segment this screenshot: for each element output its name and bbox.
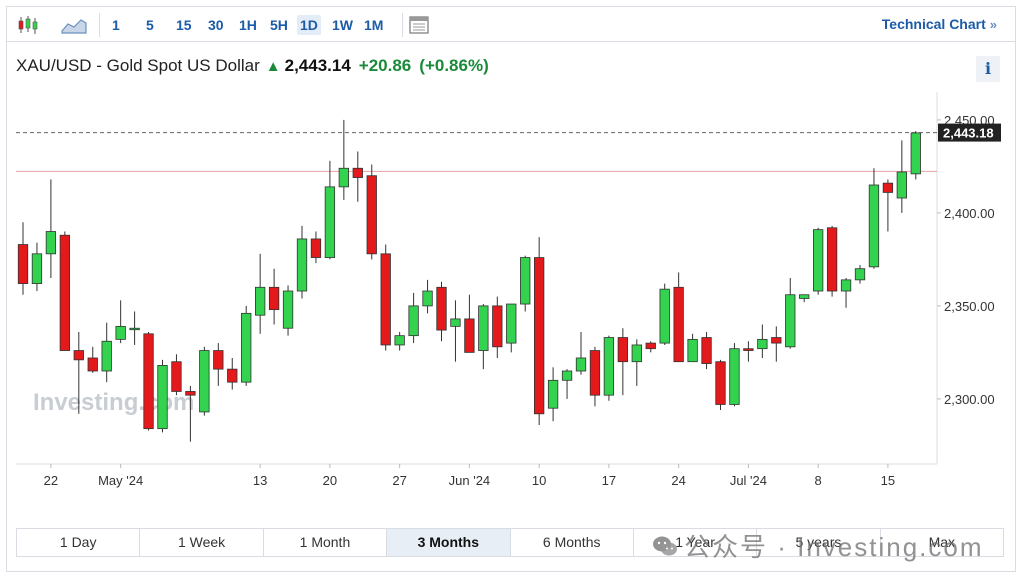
candle-body	[436, 286, 447, 331]
candle-body	[408, 305, 419, 337]
period-3-months-button[interactable]: 3 Months	[387, 529, 511, 556]
candle-body	[701, 337, 712, 364]
candle-body	[729, 348, 740, 405]
candle-body	[771, 337, 782, 344]
candle-body	[603, 337, 615, 396]
x-tick-label: May '24	[98, 473, 143, 488]
x-tick-label: 8	[815, 473, 822, 488]
candle-body	[715, 361, 726, 405]
period-max-button[interactable]: Max	[881, 529, 1003, 556]
candle-body	[882, 182, 894, 193]
x-tick-label: 17	[602, 473, 616, 488]
x-tick-label: 15	[881, 473, 895, 488]
candle-body	[87, 357, 98, 372]
period-1-year-button[interactable]: 1 Year	[634, 529, 758, 556]
candle-body	[589, 350, 601, 396]
candle-body	[282, 290, 294, 329]
candle-body	[868, 184, 880, 268]
current-price-label: 2,443.18	[943, 126, 994, 141]
candle-body	[659, 288, 670, 344]
candle-body	[31, 253, 43, 284]
candle-body	[394, 335, 405, 346]
candle-body	[547, 379, 559, 409]
x-tick-label: Jul '24	[730, 473, 767, 488]
candle-body	[617, 337, 628, 363]
candle-body	[492, 305, 503, 348]
candle-body	[227, 368, 238, 383]
candle-body	[157, 365, 168, 430]
candle-body	[785, 294, 796, 348]
candle-body	[575, 357, 587, 372]
candle-body	[631, 344, 642, 363]
candle-body	[352, 167, 363, 178]
candle-body	[464, 318, 475, 353]
x-tick-label: 27	[392, 473, 406, 488]
y-tick-label: 2,400.00	[944, 206, 995, 221]
candle-body	[506, 303, 517, 344]
x-tick-label: 20	[323, 473, 337, 488]
candle-body	[310, 238, 322, 258]
candle-body	[450, 318, 461, 327]
candle-body	[268, 286, 280, 311]
candle-body	[324, 186, 336, 258]
candle-body	[910, 132, 921, 175]
candle-body	[478, 305, 489, 351]
candle-body	[673, 286, 684, 363]
candle-body	[199, 350, 210, 413]
investing-logo: Investing.com	[33, 389, 194, 416]
candle-body	[366, 175, 377, 255]
candle-body	[687, 338, 698, 363]
candle-body	[645, 342, 656, 350]
candle-body	[254, 286, 266, 316]
period-6-months-button[interactable]: 6 Months	[511, 529, 634, 556]
x-tick-label: Jun '24	[449, 473, 491, 488]
period-selector: 1 Day 1 Week 1 Month 3 Months 6 Months 1…	[16, 528, 1004, 557]
candle-body	[813, 229, 824, 292]
candle-body	[799, 294, 810, 299]
candle-body	[45, 231, 57, 255]
candle-body	[143, 333, 154, 430]
candle-body	[171, 361, 182, 392]
y-tick-label: 2,350.00	[944, 299, 995, 314]
candle-body	[896, 171, 907, 199]
candle-body	[534, 257, 545, 415]
candle-body	[520, 257, 531, 305]
candle-body	[129, 327, 140, 331]
x-tick-label: 24	[671, 473, 685, 488]
x-tick-label: 10	[532, 473, 546, 488]
candle-body	[101, 340, 112, 372]
candle-body	[338, 167, 350, 188]
candle-body	[73, 350, 84, 361]
candle-body	[840, 279, 852, 292]
candle-body	[757, 338, 768, 350]
candle-body	[743, 348, 754, 351]
candle-body	[422, 290, 433, 307]
period-5-years-button[interactable]: 5 years	[757, 529, 881, 556]
y-tick-label: 2,300.00	[944, 392, 995, 407]
candle-body	[59, 234, 70, 351]
period-1-day-button[interactable]: 1 Day	[17, 529, 141, 556]
candle-body	[380, 253, 391, 346]
candle-body	[826, 227, 838, 292]
candle-body	[561, 370, 573, 381]
candle-body	[241, 312, 252, 383]
candle-body	[213, 350, 224, 370]
candle-body	[17, 244, 29, 284]
x-tick-label: 13	[253, 473, 267, 488]
period-1-week-button[interactable]: 1 Week	[140, 529, 264, 556]
candle-body	[115, 325, 126, 340]
candlestick-chart: Investing.com2,450.002,400.002,350.002,3…	[16, 92, 1001, 488]
candle-body	[854, 268, 866, 281]
x-tick-label: 22	[44, 473, 58, 488]
candle-body	[296, 238, 308, 292]
period-1-month-button[interactable]: 1 Month	[264, 529, 388, 556]
candle-body	[185, 391, 196, 396]
